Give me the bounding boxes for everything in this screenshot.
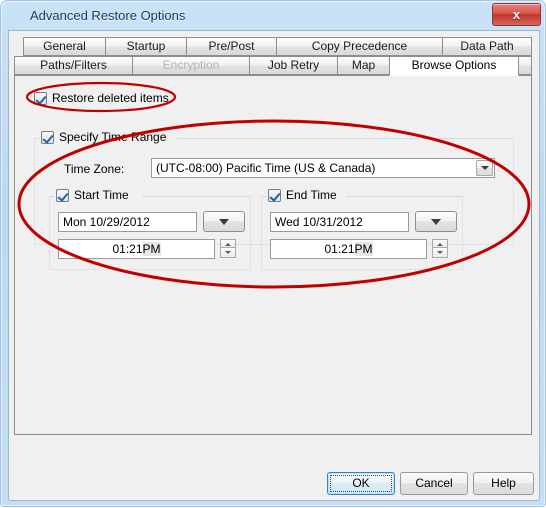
start-time-value: 01:21PM xyxy=(59,240,214,258)
end-date-value: Wed 10/31/2012 xyxy=(275,215,363,229)
help-button-label: Help xyxy=(491,476,516,490)
end-time-value: 01:21PM xyxy=(271,240,426,258)
dialog-client-area: General Startup Pre/Post Copy Precedence… xyxy=(8,30,540,501)
tab-paths-filters[interactable]: Paths/Filters xyxy=(14,56,133,75)
end-time-field[interactable]: 01:21PM xyxy=(270,239,427,259)
end-date-field[interactable]: Wed 10/31/2012 xyxy=(270,212,409,232)
tab-startup[interactable]: Startup xyxy=(105,37,187,56)
start-time-minute: 21 xyxy=(129,242,143,256)
start-date-field[interactable]: Mon 10/29/2012 xyxy=(58,212,197,232)
restore-deleted-items-label: Restore deleted items xyxy=(52,91,169,105)
tab-data-path[interactable]: Data Path xyxy=(442,37,532,56)
start-date-value: Mon 10/29/2012 xyxy=(63,215,150,229)
end-time-spinner[interactable] xyxy=(432,239,448,258)
end-time-spin-down[interactable] xyxy=(432,248,448,258)
close-icon: x xyxy=(512,7,521,22)
end-time-minute: 21 xyxy=(341,242,355,256)
start-time-spin-up[interactable] xyxy=(220,239,236,248)
tab-copy-precedence[interactable]: Copy Precedence xyxy=(276,37,443,56)
start-time-label: Start Time xyxy=(74,188,129,202)
start-time-spinner[interactable] xyxy=(220,239,236,258)
chevron-down-icon xyxy=(219,218,229,225)
tab-browse-options[interactable]: Browse Options xyxy=(389,56,519,76)
end-date-calendar-button[interactable] xyxy=(415,211,457,232)
close-button[interactable]: x xyxy=(492,3,541,26)
tab-control: General Startup Pre/Post Copy Precedence… xyxy=(14,37,532,435)
ok-button[interactable]: OK xyxy=(327,472,395,495)
tab-page-browse-options: Restore deleted items Specify Time Range… xyxy=(14,75,532,435)
chevron-down-icon xyxy=(437,251,443,254)
tab-encryption: Encryption xyxy=(132,56,250,75)
specify-time-range-checkbox[interactable] xyxy=(41,131,54,144)
window-title: Advanced Restore Options xyxy=(30,8,186,23)
end-time-ampm: PM xyxy=(354,242,373,256)
start-time-ampm: PM xyxy=(142,242,161,256)
cancel-button[interactable]: Cancel xyxy=(400,472,468,495)
start-time-hour: 01 xyxy=(112,242,126,256)
chevron-down-icon xyxy=(431,218,441,225)
tab-pre-post[interactable]: Pre/Post xyxy=(186,37,277,56)
end-time-checkbox[interactable] xyxy=(268,189,281,202)
dialog-window: Advanced Restore Options x General Start… xyxy=(0,0,546,507)
specify-time-range-label: Specify Time Range xyxy=(59,130,167,144)
time-zone-combo[interactable]: (UTC-08:00) Pacific Time (US & Canada) xyxy=(151,158,495,178)
end-time-spin-up[interactable] xyxy=(432,239,448,248)
time-zone-dropdown-button[interactable] xyxy=(476,160,493,176)
time-zone-value: (UTC-08:00) Pacific Time (US & Canada) xyxy=(156,161,376,175)
end-time-label: End Time xyxy=(286,188,337,202)
chevron-up-icon xyxy=(437,243,443,246)
chevron-up-icon xyxy=(225,243,231,246)
tab-general[interactable]: General xyxy=(23,37,106,56)
start-time-checkbox[interactable] xyxy=(56,189,69,202)
chevron-down-icon xyxy=(480,166,489,170)
restore-deleted-items-checkbox[interactable] xyxy=(34,92,47,105)
time-zone-label: Time Zone: xyxy=(64,162,125,176)
start-time-field[interactable]: 01:21PM xyxy=(58,239,215,259)
title-bar: Advanced Restore Options x xyxy=(1,1,546,30)
start-date-calendar-button[interactable] xyxy=(203,211,245,232)
start-time-spin-down[interactable] xyxy=(220,248,236,258)
chevron-down-icon xyxy=(225,251,231,254)
help-button[interactable]: Help xyxy=(473,472,534,495)
end-time-hour: 01 xyxy=(324,242,338,256)
focus-rectangle xyxy=(330,475,392,492)
cancel-button-label: Cancel xyxy=(415,476,453,490)
tab-job-retry[interactable]: Job Retry xyxy=(249,56,338,75)
tab-map[interactable]: Map xyxy=(337,56,390,75)
